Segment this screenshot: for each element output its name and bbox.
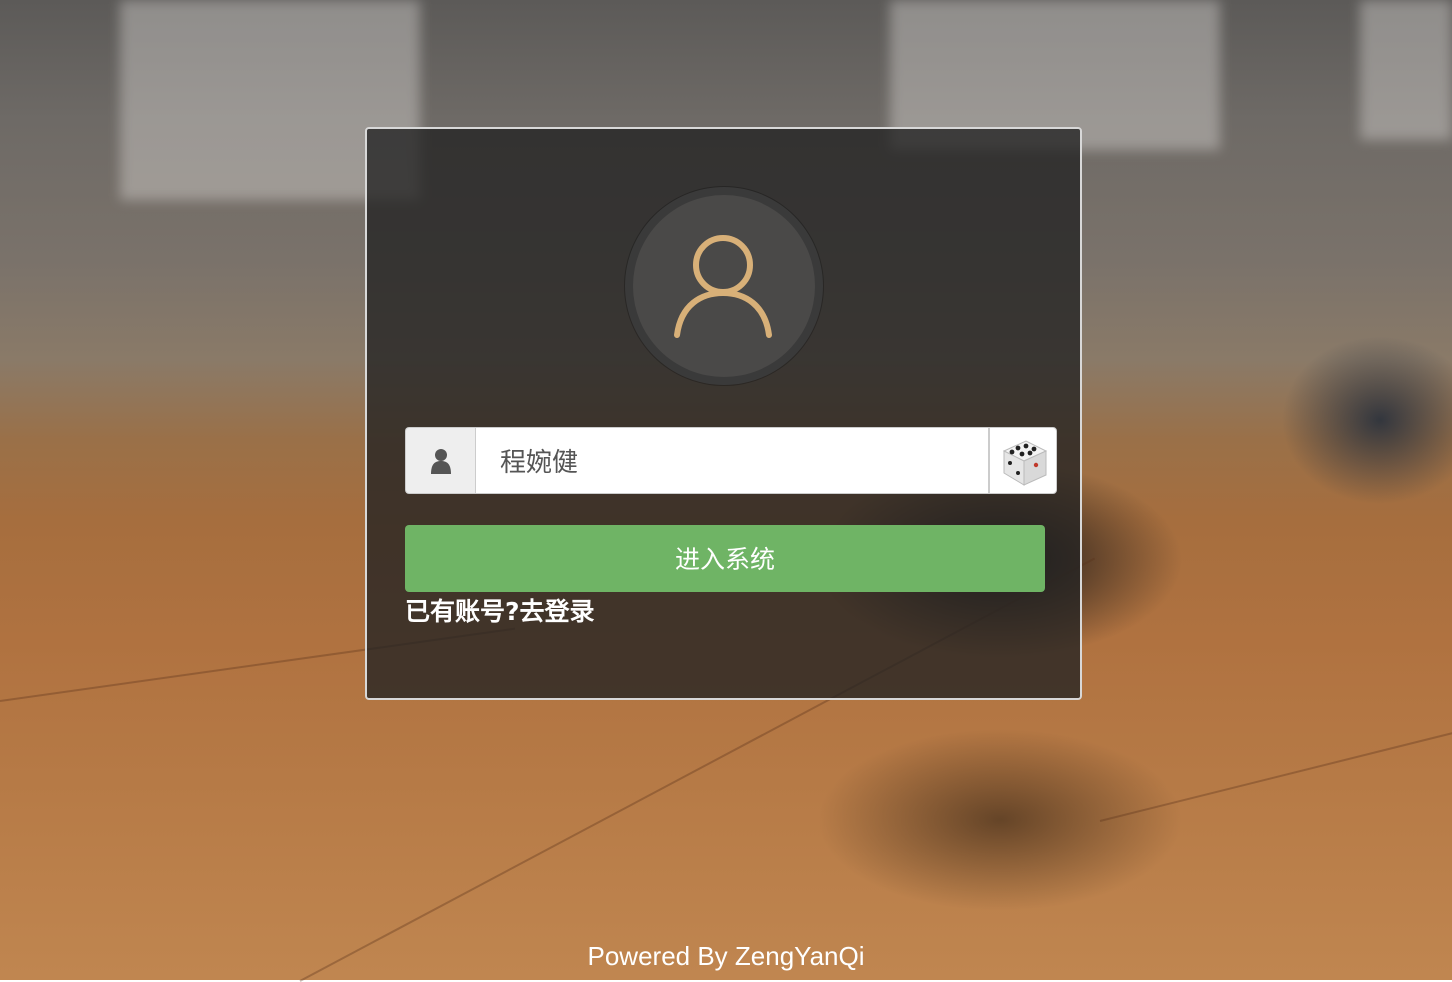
random-name-button[interactable] <box>989 427 1057 494</box>
user-outline-icon <box>674 235 772 338</box>
username-input-group <box>405 427 1057 494</box>
table-plank-line <box>1099 723 1452 822</box>
user-icon <box>431 449 451 474</box>
username-addon <box>405 427 475 494</box>
username-input[interactable] <box>475 427 989 494</box>
background-window-blur <box>1360 0 1452 140</box>
enter-system-button[interactable]: 进入系统 <box>405 525 1045 592</box>
register-panel: 进入系统 已有账号?去登录 <box>365 127 1082 700</box>
powered-by-footer: Powered By ZengYanQi <box>587 941 865 971</box>
avatar-circle <box>625 187 823 385</box>
dice-icon <box>1002 440 1048 486</box>
go-login-link[interactable]: 已有账号?去登录 <box>405 595 595 629</box>
